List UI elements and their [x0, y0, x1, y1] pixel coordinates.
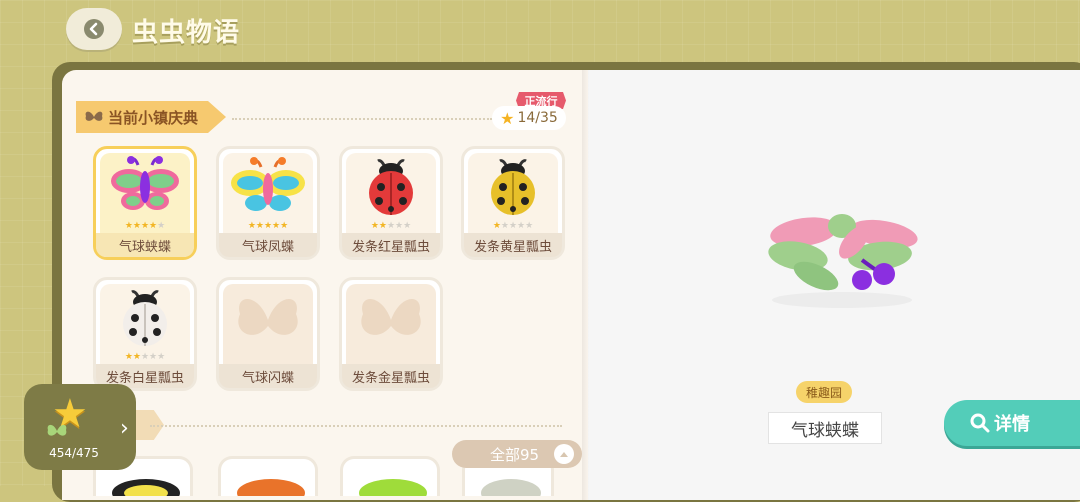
bug-card-locked[interactable]: 气球闪蝶	[216, 277, 320, 391]
star-icon: ★	[500, 108, 515, 128]
bug-name: 发条黄星瓢虫	[464, 233, 562, 257]
bug-name: 气球凤蝶	[219, 233, 317, 257]
back-button[interactable]	[66, 8, 122, 50]
section-progress-value: 14/35	[517, 110, 558, 126]
bug-preview-image	[768, 214, 918, 308]
balloon-butterfly-icon	[111, 156, 179, 210]
butterfly-silhouette-icon	[238, 298, 298, 335]
location-badge: 稚趣园	[796, 381, 852, 403]
section-progress: ★ 14/35	[492, 106, 566, 130]
collection-progress-button[interactable]: ★ › 454/475	[24, 384, 136, 470]
rarity-stars: ★★★★★	[124, 352, 166, 362]
divider	[150, 425, 562, 427]
collection-count: 454/475	[49, 446, 99, 460]
rarity-stars: ★★★★★	[370, 221, 412, 231]
bug-name: 发条金星瓢虫	[342, 364, 440, 388]
white-ladybug-icon	[123, 290, 167, 346]
bug-card[interactable]	[340, 456, 440, 496]
yellow-ladybug-icon	[491, 159, 535, 215]
red-ladybug-icon	[369, 159, 413, 215]
bug-name: 发条红星瓢虫	[342, 233, 440, 257]
butterfly-silhouette-icon	[361, 298, 421, 335]
book-spine	[582, 70, 594, 500]
filter-label: 全部95	[490, 445, 540, 464]
bug-card[interactable]: ★★★★★ 发条白星瓢虫	[93, 277, 197, 391]
section-banner: 当前小镇庆典	[76, 101, 226, 133]
divider	[232, 118, 492, 120]
bug-card[interactable]: ★★★★★ 发条红星瓢虫	[339, 146, 443, 260]
back-arrow-icon	[84, 19, 104, 39]
filter-dropdown[interactable]: 全部95	[452, 440, 582, 468]
chevron-up-icon	[554, 444, 574, 464]
bug-card[interactable]: ★★★★★ 气球凤蝶	[216, 146, 320, 260]
search-icon	[970, 413, 990, 433]
bug-name: 气球蛱蝶	[96, 233, 194, 257]
butterfly-icon	[47, 424, 67, 436]
details-button[interactable]: 详情	[944, 400, 1080, 446]
details-label: 详情	[994, 414, 1030, 435]
rarity-stars: ★★★★★	[124, 221, 166, 231]
bug-card[interactable]: ★★★★★ 发条黄星瓢虫	[461, 146, 565, 260]
butterfly-icon	[237, 479, 305, 496]
bug-card-locked[interactable]: 发条金星瓢虫	[339, 277, 443, 391]
bug-card[interactable]	[218, 456, 318, 496]
butterfly-icon	[85, 111, 103, 121]
bug-card[interactable]: ★★★★★ 气球蛱蝶	[93, 146, 197, 260]
section-title: 当前小镇庆典	[108, 108, 199, 127]
selected-bug-name: 气球蛱蝶	[768, 412, 882, 444]
butterfly-icon	[359, 479, 427, 496]
bug-name: 气球闪蝶	[219, 364, 317, 388]
balloon-swallowtail-icon	[231, 157, 305, 211]
chevron-right-icon: ›	[120, 416, 129, 441]
page-title: 虫虫物语	[132, 18, 241, 48]
rarity-stars: ★★★★★	[247, 221, 289, 231]
rarity-stars: ★★★★★	[492, 221, 534, 231]
